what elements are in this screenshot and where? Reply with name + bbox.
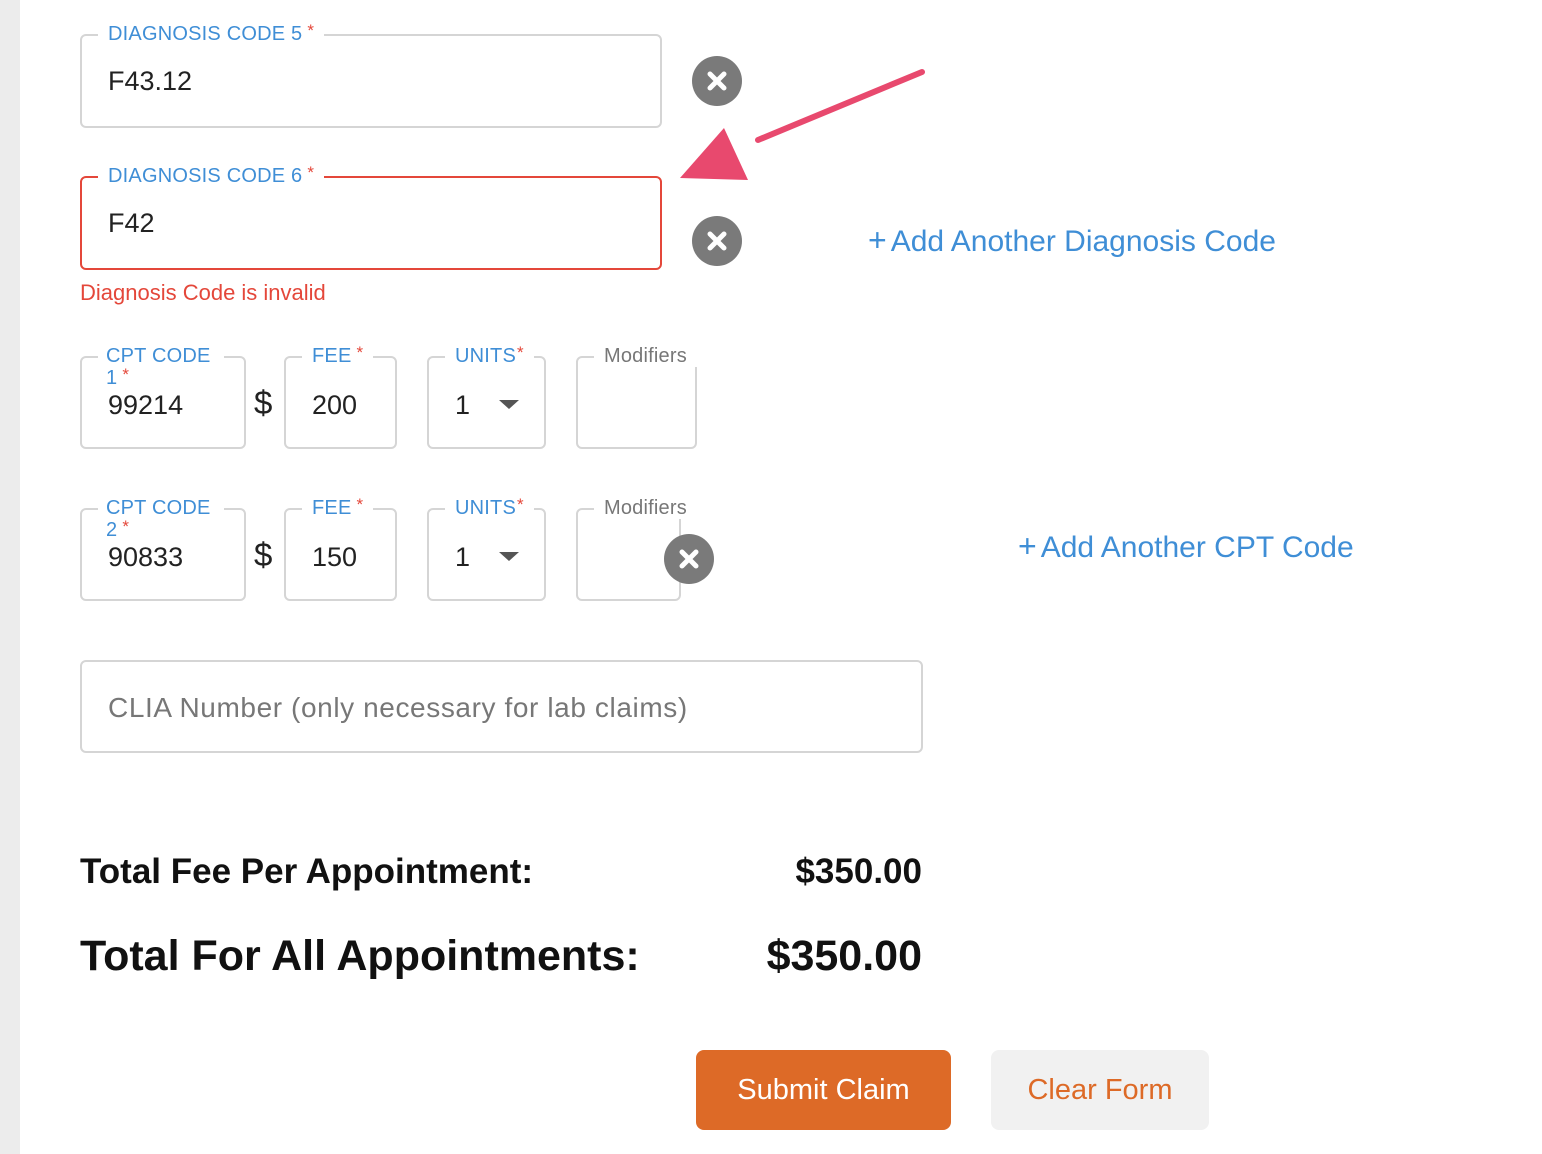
required-mark: * (356, 495, 364, 514)
currency-symbol: $ (254, 384, 273, 421)
units-2-label-text: UNITS (455, 497, 516, 519)
total-fee-per-appointment-value: $350.00 (795, 852, 922, 891)
units-1-value: 1 (455, 390, 471, 420)
annotation-arrow-icon (680, 69, 925, 180)
total-fee-per-appointment-label: Total Fee Per Appointment: (80, 852, 534, 891)
diagnosis-code-6-value: F42 (108, 208, 155, 238)
required-mark: * (517, 495, 524, 514)
modifiers-1-field[interactable]: Modifiers (576, 345, 697, 449)
diagnosis-code-6-label: DIAGNOSIS CODE 6 * (98, 163, 325, 188)
clear-diagnosis-6-button[interactable] (692, 216, 742, 266)
fee-1-field[interactable]: FEE * 200 (284, 343, 397, 449)
units-2-select[interactable]: UNITS* 1 (427, 495, 546, 601)
cpt-code-2-label: CPT CODE 2 * (98, 497, 224, 542)
modifiers-1-label: Modifiers (594, 345, 697, 367)
plus-icon: + (1018, 528, 1037, 564)
fee-2-field[interactable]: FEE * 150 (284, 495, 397, 601)
diagnosis-code-6-label-text: DIAGNOSIS CODE 6 (108, 165, 303, 187)
currency-symbol: $ (254, 536, 273, 573)
plus-icon: + (868, 222, 887, 258)
modifiers-2-label: Modifiers (594, 497, 697, 519)
add-cpt-code-label: Add Another CPT Code (1040, 531, 1354, 564)
fee-1-label-text: FEE (312, 345, 352, 367)
fee-1-value: 200 (312, 390, 358, 420)
submit-claim-button[interactable]: Submit Claim (696, 1050, 951, 1130)
total-all-appointments-label: Total For All Appointments: (80, 932, 640, 980)
total-all-appointments-value: $350.00 (766, 932, 922, 980)
units-1-label: UNITS* (445, 343, 534, 368)
units-2-label: UNITS* (445, 495, 534, 520)
fee-2-value: 150 (312, 542, 358, 572)
diagnosis-code-5-label: DIAGNOSIS CODE 5 * (98, 21, 325, 46)
diagnosis-code-5-field[interactable]: DIAGNOSIS CODE 5 * F43.12 (80, 21, 662, 128)
required-mark: * (307, 163, 315, 182)
diagnosis-code-5-label-text: DIAGNOSIS CODE 5 (108, 23, 303, 45)
remove-cpt-code-2-button[interactable] (664, 534, 714, 584)
cpt-code-1-field[interactable]: CPT CODE 1 * 99214 (80, 345, 246, 449)
add-diagnosis-code-link[interactable]: + Add Another Diagnosis Code (868, 222, 1276, 259)
required-mark: * (122, 517, 130, 536)
add-cpt-code-link[interactable]: + Add Another CPT Code (1018, 528, 1354, 565)
cpt-code-1-value: 99214 (108, 390, 184, 420)
add-diagnosis-code-label: Add Another Diagnosis Code (890, 225, 1276, 258)
clia-number-input[interactable]: CLIA Number (only necessary for lab clai… (80, 660, 923, 753)
diagnosis-code-5-value: F43.12 (108, 66, 193, 96)
units-1-label-text: UNITS (455, 345, 516, 367)
required-mark: * (122, 365, 130, 384)
close-icon (679, 549, 699, 569)
cpt-code-2-value: 90833 (108, 542, 184, 572)
clear-form-button[interactable]: Clear Form (991, 1050, 1209, 1130)
chevron-down-icon (499, 552, 519, 561)
cpt-code-1-label: CPT CODE 1 * (98, 345, 224, 390)
units-1-select[interactable]: UNITS* 1 (427, 343, 546, 449)
chevron-down-icon (499, 400, 519, 409)
diagnosis-code-6-field[interactable]: DIAGNOSIS CODE 6 * F42 (80, 163, 662, 270)
required-mark: * (356, 343, 364, 362)
fee-1-label: FEE * (302, 343, 374, 368)
close-icon (707, 231, 727, 251)
cpt-code-2-field[interactable]: CPT CODE 2 * 90833 (80, 497, 246, 601)
left-rail (0, 0, 20, 1154)
diagnosis-code-6-error: Diagnosis Code is invalid (80, 280, 326, 305)
units-2-value: 1 (455, 542, 471, 572)
required-mark: * (517, 343, 524, 362)
fee-2-label: FEE * (302, 495, 374, 520)
required-mark: * (307, 21, 315, 40)
fee-2-label-text: FEE (312, 497, 352, 519)
clia-number-placeholder: CLIA Number (only necessary for lab clai… (108, 692, 688, 723)
